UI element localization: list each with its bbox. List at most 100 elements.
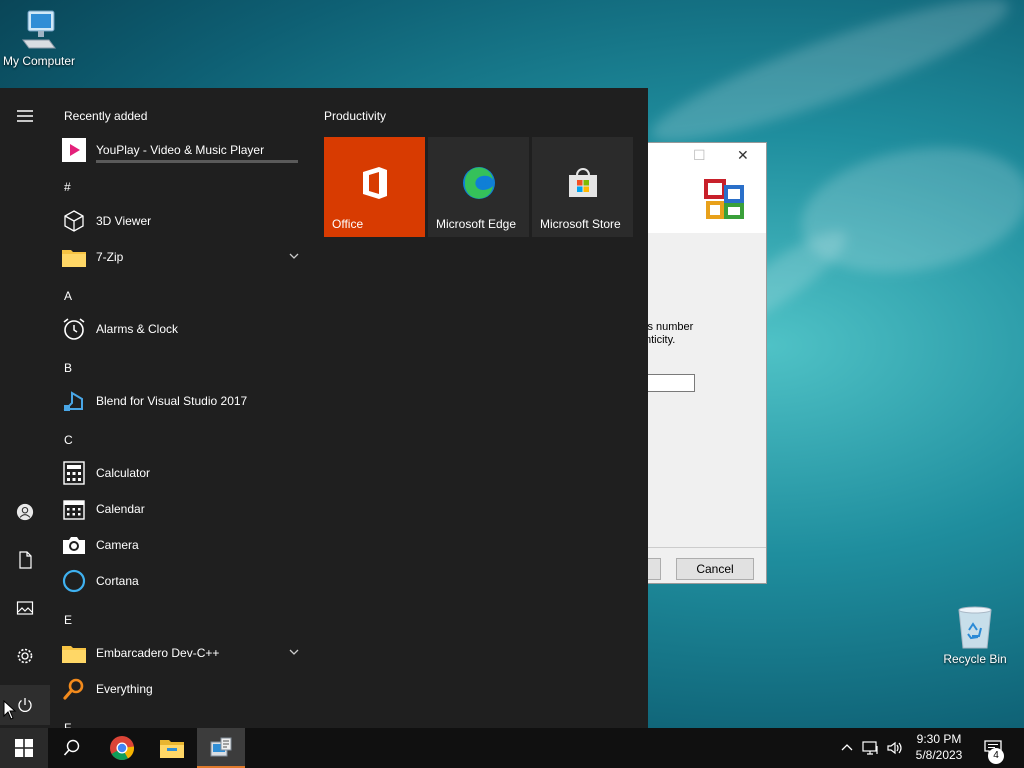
chrome-icon xyxy=(110,736,134,761)
app-label: YouPlay - Video & Music Player xyxy=(96,143,265,157)
alarm-clock-icon xyxy=(62,317,86,341)
product-key-field[interactable] xyxy=(641,374,695,392)
tile-label: Office xyxy=(332,217,364,231)
mouse-cursor-icon xyxy=(3,700,17,720)
user-icon xyxy=(16,503,34,521)
app-calculator[interactable]: Calculator xyxy=(62,456,302,490)
documents-button[interactable] xyxy=(0,540,50,580)
windows-logo-icon xyxy=(15,739,33,757)
chevron-up-icon xyxy=(841,744,853,751)
start-menu: Recently added YouPlay - Video & Music P… xyxy=(0,88,648,728)
dialog-header: ☐ ✕ xyxy=(641,143,766,233)
search-icon xyxy=(63,739,80,756)
desktop-icon-label: Recycle Bin xyxy=(943,652,1007,666)
office-icon xyxy=(324,165,425,201)
taskbar-chrome[interactable] xyxy=(98,728,146,768)
camera-icon xyxy=(62,533,86,557)
search-button[interactable] xyxy=(48,728,96,768)
section-header-e[interactable]: E xyxy=(64,613,72,627)
taskbar-clock[interactable]: 9:30 PM 5/8/2023 xyxy=(900,731,978,763)
app-alarms-clock[interactable]: Alarms & Clock xyxy=(62,312,302,346)
computer-icon xyxy=(22,10,56,49)
app-label: Cortana xyxy=(96,574,139,588)
install-progress-bar xyxy=(96,160,298,163)
network-icon xyxy=(862,741,878,755)
folder-icon xyxy=(62,245,86,269)
dialog-divider xyxy=(641,547,766,548)
file-explorer-icon xyxy=(160,740,184,758)
show-hidden-icons-button[interactable] xyxy=(838,728,856,768)
cancel-button[interactable]: Cancel xyxy=(676,558,754,580)
app-label: Alarms & Clock xyxy=(96,322,179,336)
document-icon xyxy=(19,551,32,569)
chevron-down-icon[interactable] xyxy=(288,646,300,658)
app-cortana[interactable]: Cortana xyxy=(62,564,302,598)
section-header-c[interactable]: C xyxy=(64,433,73,447)
desktop-icon-recycle-bin[interactable]: Recycle Bin xyxy=(933,604,1017,666)
pictures-button[interactable] xyxy=(0,588,50,628)
app-label: Calendar xyxy=(96,502,145,516)
app-3d-viewer[interactable]: 3D Viewer xyxy=(62,204,302,238)
close-icon[interactable]: ✕ xyxy=(737,147,749,164)
power-icon xyxy=(18,698,32,712)
settings-button[interactable] xyxy=(0,636,50,676)
network-button[interactable] xyxy=(860,728,882,768)
app-camera[interactable]: Camera xyxy=(62,528,302,562)
section-header-hash[interactable]: # xyxy=(64,180,71,194)
recycle-bin-icon xyxy=(958,606,992,649)
tile-office[interactable]: Office xyxy=(324,137,425,237)
dialog-text: is number nticity. xyxy=(645,321,694,346)
app-label: 7-Zip xyxy=(96,250,124,264)
app-blend-vs[interactable]: Blend for Visual Studio 2017 xyxy=(62,384,302,418)
calculator-icon xyxy=(62,461,86,485)
app-label: Camera xyxy=(96,538,139,552)
desktop-icon-label: My Computer xyxy=(2,54,76,68)
app-folder-embarcadero[interactable]: Embarcadero Dev-C++ xyxy=(62,636,302,670)
maximize-icon[interactable]: ☐ xyxy=(693,147,706,164)
section-header-f[interactable]: F xyxy=(64,721,71,728)
account-button[interactable] xyxy=(0,492,50,532)
tile-microsoft-edge[interactable]: Microsoft Edge xyxy=(428,137,529,237)
chevron-down-icon[interactable] xyxy=(288,250,300,262)
section-header-b[interactable]: B xyxy=(64,361,72,375)
calendar-icon xyxy=(62,497,86,521)
app-calendar[interactable]: Calendar xyxy=(62,492,302,526)
app-label: Calculator xyxy=(96,466,151,480)
tile-microsoft-store[interactable]: Microsoft Store xyxy=(532,137,633,237)
tile-label: Microsoft Store xyxy=(540,217,621,231)
cube-icon xyxy=(62,209,86,233)
section-header-a[interactable]: A xyxy=(64,289,72,303)
start-rail xyxy=(0,88,50,728)
cortana-icon xyxy=(62,569,86,593)
hamburger-icon xyxy=(17,110,33,122)
notification-count-badge: 4 xyxy=(988,748,1004,764)
app-label: Everything xyxy=(96,682,153,696)
clock-time: 9:30 PM xyxy=(916,732,962,746)
taskbar-file-explorer[interactable] xyxy=(148,728,196,768)
background-dialog[interactable]: ☐ ✕ is number nticity. Cancel xyxy=(640,142,767,584)
app-folder-7zip[interactable]: 7-Zip xyxy=(62,240,302,274)
magnifier-icon xyxy=(62,677,86,701)
app-everything[interactable]: Everything xyxy=(62,672,302,706)
app-label: Blend for Visual Studio 2017 xyxy=(96,394,248,408)
edge-icon xyxy=(428,165,529,201)
expand-menu-button[interactable] xyxy=(0,96,50,136)
settings-icon xyxy=(17,648,33,664)
desktop-icon-my-computer[interactable]: My Computer xyxy=(0,8,81,68)
setup-icon xyxy=(210,737,232,757)
store-icon xyxy=(532,165,633,199)
wallpaper-wave xyxy=(641,0,1019,164)
taskbar: 9:30 PM 5/8/2023 4 xyxy=(0,728,1024,768)
app-label: 3D Viewer xyxy=(96,214,152,228)
start-button[interactable] xyxy=(0,728,48,768)
app-label: Embarcadero Dev-C++ xyxy=(96,646,220,660)
blend-icon xyxy=(62,389,86,413)
tile-label: Microsoft Edge xyxy=(436,217,517,231)
app-list[interactable]: Recently added YouPlay - Video & Music P… xyxy=(50,88,308,728)
clock-date: 5/8/2023 xyxy=(915,748,963,762)
office-logo-icon xyxy=(704,179,744,219)
youplay-icon xyxy=(62,138,86,162)
tile-group-header: Productivity xyxy=(324,109,387,123)
taskbar-office-setup[interactable] xyxy=(197,728,245,768)
recently-added-header: Recently added xyxy=(64,109,148,123)
